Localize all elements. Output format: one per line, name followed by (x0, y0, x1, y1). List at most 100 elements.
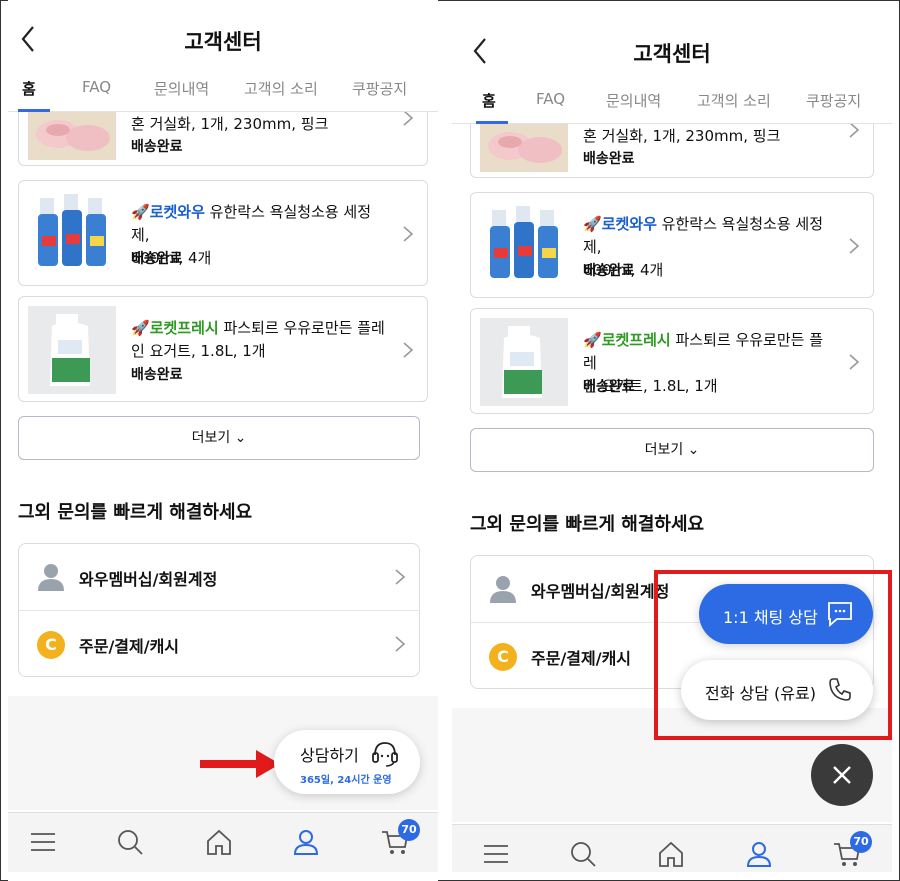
order-card-clip: 혼 거실화, 1개, 230mm, 핑크 배송완료 (18, 112, 428, 167)
consult-label: 상담하기 (300, 746, 359, 765)
page-title: 고객센터 (184, 30, 262, 54)
chevron-right-icon (849, 124, 860, 138)
delivery-status: 배송완료 (583, 263, 635, 279)
rocket-fresh-badge: 🚀 (131, 319, 150, 337)
delivery-status: 배송완료 (583, 151, 635, 167)
chevron-right-icon (403, 112, 414, 126)
delivery-status: 배송완료 (131, 367, 183, 383)
consult-hours: 365일, 24시간 운영 (300, 775, 392, 786)
product-name-line2: 인 요거트, 1.8L, 1개 (131, 342, 266, 360)
cleaner-bottles-image (28, 190, 116, 278)
home-icon[interactable] (204, 827, 234, 857)
cash-c-icon: C (489, 643, 517, 671)
bottom-nav: 70 (8, 812, 438, 872)
rocket-fresh-label: 로켓프레시 (601, 331, 671, 349)
chevron-right-icon (395, 569, 406, 585)
red-arrow-annotation (200, 750, 280, 778)
header: 고객센터 (8, 0, 438, 70)
tab-inquiries[interactable]: 문의내역 (154, 78, 209, 99)
order-card[interactable]: 혼 거실화, 1개, 230mm, 핑크 배송완료 (18, 112, 428, 166)
tab-notice[interactable]: 쿠팡공지 (352, 78, 407, 99)
section-title: 그외 문의를 빠르게 해결하세요 (18, 502, 253, 523)
help-item-membership[interactable]: 와우멤버십/회원계정 (19, 544, 419, 610)
tab-inquiries[interactable]: 문의내역 (606, 90, 661, 111)
search-icon[interactable] (115, 827, 145, 857)
delivery-status: 배송완료 (131, 139, 183, 155)
help-list: 와우멤버십/회원계정 C 주문/결제/캐시 (18, 543, 420, 677)
rocket-wow-badge: 🚀 (131, 203, 150, 221)
chevron-right-icon (849, 354, 860, 370)
person-icon (38, 564, 64, 591)
tab-bar: 홈 FAQ 문의내역 고객의 소리 쿠팡공지 (8, 76, 438, 112)
home-icon[interactable] (656, 839, 686, 869)
help-item-order-payment[interactable]: C 주문/결제/캐시 (19, 610, 419, 676)
more-button[interactable]: 더보기 ⌄ (470, 428, 874, 472)
highlight-box (654, 570, 892, 740)
tab-faq[interactable]: FAQ (82, 78, 111, 96)
tab-home[interactable]: 홈 (482, 90, 496, 111)
order-card[interactable]: 🚀로켓프레시 파스퇴르 우유로만든 플레 인 요거트, 1.8L, 1개 배송완… (470, 308, 874, 414)
yogurt-bottle-image (480, 318, 568, 406)
tab-customer-voice[interactable]: 고객의 소리 (697, 90, 771, 111)
slippers-image (28, 112, 116, 160)
product-name-line1: 🚀로켓프레시 파스퇴르 우유로만든 플레 (583, 329, 833, 375)
header: 고객센터 (452, 12, 892, 82)
product-name: 파스퇴르 우유로만든 플레 (223, 319, 385, 337)
product-name: 혼 거실화, 1개, 230mm, 핑크 (131, 115, 329, 133)
product-name-block: 🚀로켓프레시 파스퇴르 우유로만든 플레 인 요거트, 1.8L, 1개 (131, 317, 387, 363)
bottom-nav: 70 (452, 824, 892, 872)
product-name-line1: 🚀로켓와우 유한락스 욕실청소용 세정제, (583, 213, 833, 259)
help-item-label: 주문/결제/캐시 (79, 637, 180, 656)
chevron-right-icon (403, 342, 414, 358)
more-label: 더보기 (644, 442, 684, 458)
menu-icon[interactable] (481, 839, 511, 869)
page-title: 고객센터 (633, 42, 711, 66)
headset-icon (372, 742, 398, 767)
cart-badge: 70 (850, 831, 872, 853)
rocket-wow-badge: 🚀 (583, 215, 602, 233)
chevron-down-icon: ⌄ (687, 442, 700, 458)
tab-home[interactable]: 홈 (22, 78, 36, 99)
help-item-label: 와우멤버십/회원계정 (531, 582, 670, 601)
more-label: 더보기 (191, 430, 231, 446)
yogurt-bottle-image (28, 306, 116, 394)
tab-customer-voice[interactable]: 고객의 소리 (244, 78, 318, 99)
tab-bar: 홈 FAQ 문의내역 고객의 소리 쿠팡공지 (452, 88, 892, 124)
cleaner-bottles-image (480, 202, 568, 290)
order-card[interactable]: 🚀로켓프레시 파스퇴르 우유로만든 플레 인 요거트, 1.8L, 1개 배송완… (18, 296, 428, 402)
order-card-clip: 혼 거실화, 1개, 230mm, 핑크 배송완료 (470, 124, 874, 179)
chevron-right-icon (395, 636, 406, 652)
right-screen: 고객센터 홈 FAQ 문의내역 고객의 소리 쿠팡공지 혼 거실화, 1개, 2… (452, 12, 892, 872)
order-card[interactable]: 🚀로켓와우 유한락스 욕실청소용 세정제, 600ml, 4개 배송완료 (470, 192, 874, 298)
rocket-wow-label: 로켓와우 (601, 215, 657, 233)
more-button[interactable]: 더보기 ⌄ (18, 416, 420, 460)
help-item-label: 주문/결제/캐시 (531, 649, 632, 668)
consult-button[interactable]: 상담하기 365일, 24시간 운영 (274, 730, 420, 794)
left-screen: 고객센터 홈 FAQ 문의내역 고객의 소리 쿠팡공지 혼 거실화, 1개, 2… (8, 0, 438, 881)
cash-c-icon: C (37, 631, 65, 659)
product-name-line1: 🚀로켓와우 유한락스 욕실청소용 세정제, (131, 201, 387, 247)
close-fab-button[interactable] (811, 744, 873, 806)
tab-faq[interactable]: FAQ (536, 90, 565, 108)
person-icon (490, 576, 516, 603)
rocket-fresh-badge: 🚀 (583, 331, 602, 349)
chevron-right-icon (849, 238, 860, 254)
order-card[interactable]: 🚀로켓와우 유한락스 욕실청소용 세정제, 600ml, 4개 배송완료 (18, 180, 428, 286)
my-icon[interactable] (291, 827, 321, 857)
section-title: 그외 문의를 빠르게 해결하세요 (470, 514, 705, 535)
delivery-status: 배송완료 (131, 251, 183, 267)
menu-icon[interactable] (28, 827, 58, 857)
chevron-down-icon: ⌄ (234, 430, 247, 446)
rocket-fresh-label: 로켓프레시 (149, 319, 219, 337)
slippers-image (480, 124, 568, 172)
tab-notice[interactable]: 쿠팡공지 (806, 90, 861, 111)
rocket-wow-label: 로켓와우 (149, 203, 205, 221)
cart-badge: 70 (398, 819, 420, 841)
order-card[interactable]: 혼 거실화, 1개, 230mm, 핑크 배송완료 (470, 124, 874, 178)
my-icon[interactable] (744, 839, 774, 869)
delivery-status: 배송완료 (583, 379, 635, 395)
help-item-label: 와우멤버십/회원계정 (79, 570, 218, 589)
product-name: 혼 거실화, 1개, 230mm, 핑크 (583, 127, 781, 145)
close-icon (833, 766, 851, 784)
search-icon[interactable] (568, 839, 598, 869)
